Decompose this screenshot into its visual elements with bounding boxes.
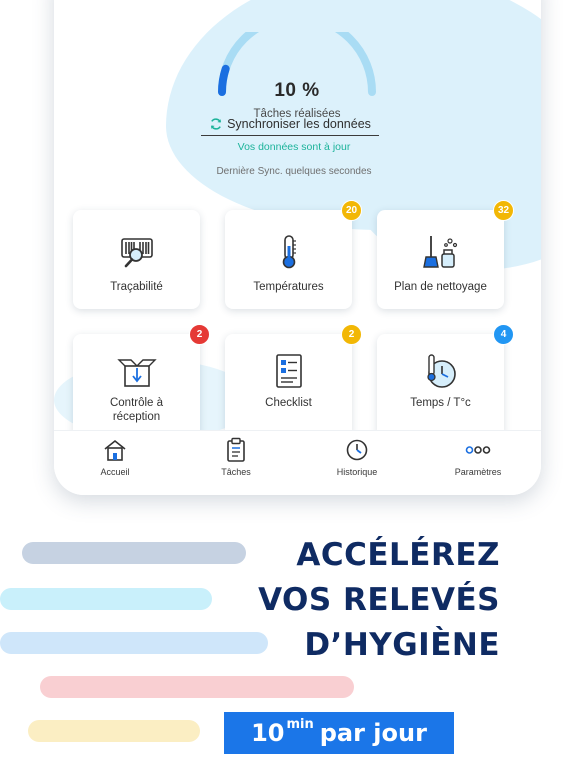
- headline-line-3: D’HYGIÈNE: [304, 627, 500, 663]
- decorative-stripe: [0, 588, 212, 610]
- decorative-stripe: [40, 676, 354, 698]
- sync-status: Vos données sont à jour: [237, 141, 351, 153]
- nav-label: Paramètres: [454, 467, 502, 477]
- decorative-stripe: [22, 542, 246, 564]
- checklist-icon: [269, 352, 309, 392]
- nav-item-parametres[interactable]: Paramètres: [433, 437, 523, 477]
- clock-thermometer-icon: [421, 352, 461, 392]
- headline-line-2: VOS RELEVÉS: [258, 582, 500, 618]
- tile-label: Contrôle à réception: [109, 397, 164, 423]
- clipboard-icon: [223, 437, 249, 463]
- tile-badge: 20: [341, 200, 362, 221]
- tagline-number: 10: [251, 719, 285, 747]
- nav-label: Accueil: [100, 467, 130, 477]
- tile-controle-reception[interactable]: 2 Contrôle à réception: [73, 324, 210, 438]
- more-icon: [465, 437, 491, 463]
- box-receive-icon: [116, 352, 157, 392]
- headline-line-1: ACCÉLÉREZ: [296, 537, 500, 573]
- tile-checklist[interactable]: 2 Checklist: [225, 324, 362, 438]
- nav-item-accueil[interactable]: Accueil: [70, 437, 160, 477]
- tile-badge: 4: [493, 324, 514, 345]
- progress-gauge: 10 % Tâches réalisées: [214, 32, 380, 122]
- nav-label: Tâches: [221, 467, 251, 477]
- last-sync: Dernière Sync. quelques secondes: [216, 166, 372, 177]
- sync-icon: [210, 117, 222, 130]
- history-icon: [344, 437, 370, 463]
- tile-label: Plan de nettoyage: [394, 281, 487, 293]
- tile-badge: 2: [189, 324, 210, 345]
- decorative-stripe: [28, 720, 200, 742]
- cleaning-icon: [421, 232, 461, 272]
- tagline-badge: 10 min par jour: [224, 712, 454, 754]
- barcode-scan-icon: [117, 232, 157, 272]
- nav-item-taches[interactable]: Tâches: [191, 437, 281, 477]
- home-icon: [102, 437, 128, 463]
- sync-button[interactable]: Synchroniser les données: [201, 112, 379, 136]
- thermometer-icon: [269, 232, 309, 272]
- tile-label: Checklist: [265, 397, 312, 409]
- decorative-stripe: [0, 632, 268, 654]
- tile-temperatures[interactable]: 20 Températures: [225, 200, 362, 309]
- phone-screen: 10 % Tâches réalisées Synchroniser les d…: [54, 0, 541, 495]
- tile-badge: 32: [493, 200, 514, 221]
- tile-label: Températures: [253, 281, 324, 293]
- progress-value: 10 %: [274, 80, 320, 101]
- tile-plan-nettoyage[interactable]: 32 Plan de nettoyage: [377, 200, 514, 309]
- tagline-unit: min: [286, 716, 314, 732]
- bottom-navigation: Accueil Tâches Historique Paramètres: [54, 430, 541, 495]
- sync-button-label: Synchroniser les données: [227, 116, 371, 131]
- nav-item-historique[interactable]: Historique: [312, 437, 402, 477]
- tile-label: Temps / T°c: [410, 397, 471, 409]
- tagline-rest: par jour: [319, 719, 427, 747]
- tile-label: Traçabilité: [110, 281, 163, 293]
- tile-badge: 2: [341, 324, 362, 345]
- tile-tracabilite[interactable]: Traçabilité: [73, 210, 200, 309]
- nav-label: Historique: [336, 467, 378, 477]
- tile-temps-temperature[interactable]: 4 Temps / T°c: [377, 324, 514, 438]
